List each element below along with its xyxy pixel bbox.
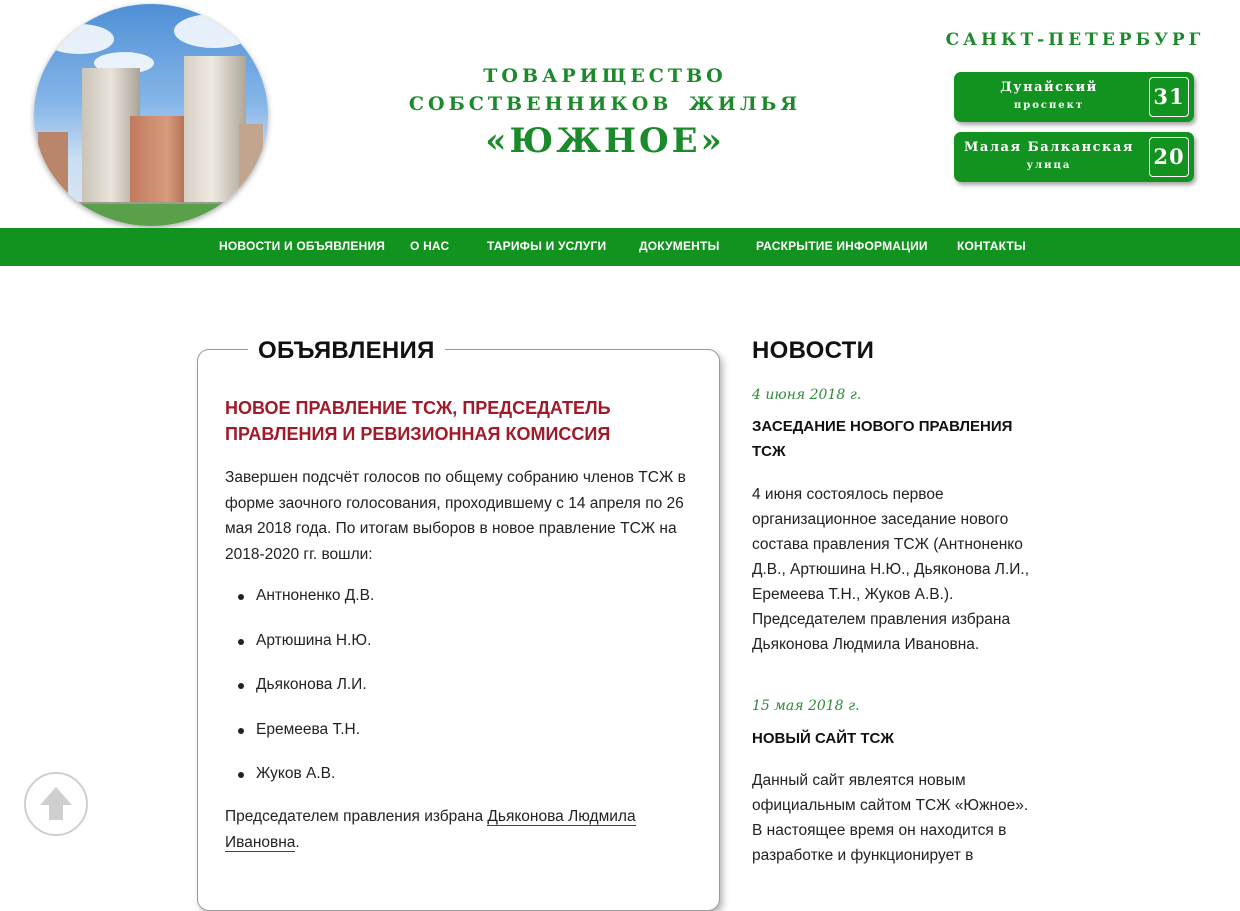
news-text: 4 июня состоялось первое организационное… (752, 486, 1030, 653)
nav-news[interactable]: НОВОСТИ И ОБЪЯВЛЕНИЯ (219, 228, 385, 266)
address-number: 31 (1149, 77, 1189, 117)
list-item: Дьяконова Л.И. (225, 672, 625, 717)
site-title: ТОВАРИЩЕСТВО СОБСТВЕННИКОВ ЖИЛЬЯ «ЮЖНОЕ» (395, 62, 815, 164)
address-kind: улица (1026, 160, 1072, 171)
address-kind: проспект (1013, 100, 1085, 111)
chair-suffix: . (295, 834, 300, 851)
list-item: Антноненко Д.В. (225, 583, 625, 628)
arrow-up-icon (40, 787, 72, 820)
building-photo (34, 4, 268, 226)
address-number: 20 (1149, 137, 1189, 177)
city-label: САНКТ-ПЕТЕРБУРГ (945, 30, 1205, 50)
list-item: Еремеева Т.Н. (225, 717, 625, 762)
nav-about[interactable]: О НАС (410, 228, 449, 266)
address-street: Малая Балканская (964, 140, 1134, 155)
announcements-heading: ОБЪЯВЛЕНИЯ (248, 336, 445, 366)
list-item: Жуков А.В. (225, 761, 625, 806)
scroll-to-top-button[interactable] (24, 772, 88, 836)
nav-disclosure[interactable]: РАСКРЫТИЕ ИНФОРМАЦИИ (756, 228, 928, 266)
announcement-title[interactable]: НОВОЕ ПРАВЛЕНИЕ ТСЖ, ПРЕДСЕДАТЕЛЬ ПРАВЛЕ… (225, 395, 700, 447)
announcement-intro: Завершен подсчёт голосов по общему собра… (225, 469, 686, 563)
address-street: Дунайский (1000, 80, 1098, 95)
title-line-2: СОБСТВЕННИКОВ ЖИЛЬЯ (408, 93, 802, 115)
main-nav: НОВОСТИ И ОБЪЯВЛЕНИЯ О НАС ТАРИФЫ И УСЛУ… (0, 228, 1240, 266)
list-item: Артюшина Н.Ю. (225, 628, 625, 673)
news-date: 15 мая 2018 г. (752, 698, 860, 714)
news-heading: НОВОСТИ (752, 337, 875, 364)
news-date: 4 июня 2018 г. (752, 387, 862, 403)
title-line-3: «ЮЖНОЕ» (485, 121, 725, 161)
news-title-link[interactable]: НОВЫЙ САЙТ ТСЖ (752, 726, 1022, 751)
board-members-list: Антноненко Д.В. Артюшина Н.Ю. Дьяконова … (225, 583, 625, 806)
title-line-1: ТОВАРИЩЕСТВО (483, 65, 727, 87)
chair-paragraph: Председателем правления избрана Дьяконов… (225, 804, 695, 856)
nav-contacts[interactable]: КОНТАКТЫ (957, 228, 1026, 266)
address-balkanskaya-button[interactable]: Малая Балканская улица 20 (954, 132, 1194, 182)
news-title-link[interactable]: ЗАСЕДАНИЕ НОВОГО ПРАВЛЕНИЯ ТСЖ (752, 414, 1022, 464)
nav-documents[interactable]: ДОКУМЕНТЫ (639, 228, 720, 266)
news-text: Данный сайт явлеятся новым официальным с… (752, 772, 1029, 864)
chair-prefix: Председателем правления избрана (225, 808, 488, 825)
nav-tariffs[interactable]: ТАРИФЫ И УСЛУГИ (487, 228, 606, 266)
address-dunaysky-button[interactable]: Дунайский проспект 31 (954, 72, 1194, 122)
